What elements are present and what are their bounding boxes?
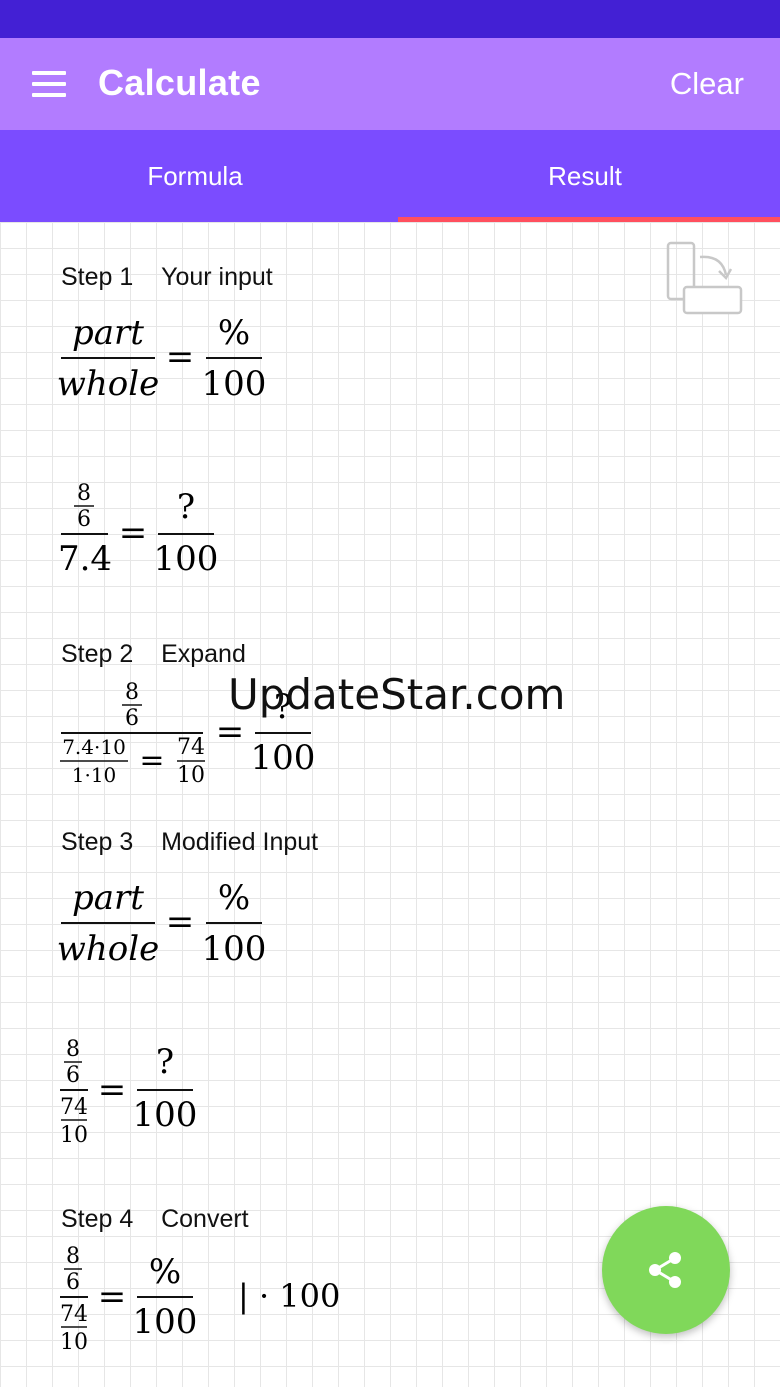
numerator-part: part [72,878,144,918]
denominator-100: 100 [133,1302,198,1342]
formula-part-whole: part whole = % 100 [57,308,278,412]
multiply-by-100: | · 100 [238,1277,340,1315]
denominator-100: 100 [251,738,316,778]
step-1-label: Step 1 Your input [61,263,273,292]
denominator-100: 100 [202,364,267,404]
denominator-100: 100 [154,539,219,579]
tab-formula[interactable]: Formula [0,130,390,222]
equals-sign: = [98,1070,127,1110]
inner-numerator-8: 8 [66,1037,80,1062]
step-2-number: Step 2 [61,640,134,668]
inner-numerator-8: 8 [125,680,139,705]
denominator-whole: whole [57,929,159,969]
inner-numerator-8: 8 [66,1244,80,1269]
step-4-label: Step 4 Convert [61,1205,249,1234]
active-tab-indicator [398,217,780,222]
step-3-number: Step 3 [61,828,134,856]
step-1-title: Your input [161,263,273,291]
step-3-label: Step 3 Modified Input [61,828,318,857]
step-2-title: Expand [161,640,246,668]
denominator-whole: whole [57,364,159,404]
numerator-percent: % [218,313,250,353]
numerator-part: part [72,313,144,353]
tab-result[interactable]: Result [390,130,780,222]
denominator-7-4: 7.4 [58,539,112,579]
status-bar [0,0,780,38]
rotate-device-icon[interactable] [664,241,744,317]
numerator-74: 74 [60,1095,88,1120]
clear-button[interactable]: Clear [670,66,744,102]
denominator-10: 10 [60,1123,88,1148]
step-1-number: Step 1 [61,263,134,291]
formula-convert: 8 6 74 10 = % 100 | · 100 [58,1243,358,1359]
numerator-74: 74 [60,1302,88,1327]
denominator-100: 100 [202,929,267,969]
watermark: UpdateStar.com [228,670,566,719]
step-3-title: Modified Input [161,828,319,856]
step-2-label: Step 2 Expand [61,640,246,669]
expand-denominator: 1·10 [72,763,117,787]
step-4-title: Convert [161,1205,249,1233]
inner-denominator-6: 6 [66,1063,80,1088]
equals-sign: = [119,513,148,553]
hamburger-menu-icon[interactable] [32,71,66,97]
expand-numerator: 7.4·10 [62,735,126,759]
inner-numerator-8: 8 [77,481,91,506]
formula-modified-substituted: 8 6 74 10 = ? 100 [58,1036,218,1152]
inner-denominator-6: 6 [125,706,139,731]
numerator-percent: % [218,878,250,918]
denominator-10: 10 [60,1330,88,1355]
numerator-question: ? [177,487,195,527]
formula-part-whole-modified: part whole = % 100 [57,873,278,977]
equals-sign: = [166,337,195,377]
numerator-percent: % [149,1252,181,1292]
share-button[interactable] [602,1206,730,1334]
inner-denominator-6: 6 [77,507,91,532]
share-icon [649,1252,681,1288]
equals-sign: = [98,1277,127,1317]
numerator-74: 74 [177,735,205,760]
formula-substituted: 8 6 7.4 = ? 100 [58,478,238,582]
equals-sign: = [139,743,164,778]
equals-sign: = [166,902,195,942]
page-title: Calculate [98,62,261,103]
denominator-100: 100 [133,1095,198,1135]
inner-denominator-6: 6 [66,1270,80,1295]
numerator-question: ? [156,1042,174,1082]
tab-bar: Formula Result [0,130,780,222]
denominator-10: 10 [177,763,205,788]
app-bar: Calculate Clear [0,38,780,130]
step-4-number: Step 4 [61,1205,134,1233]
